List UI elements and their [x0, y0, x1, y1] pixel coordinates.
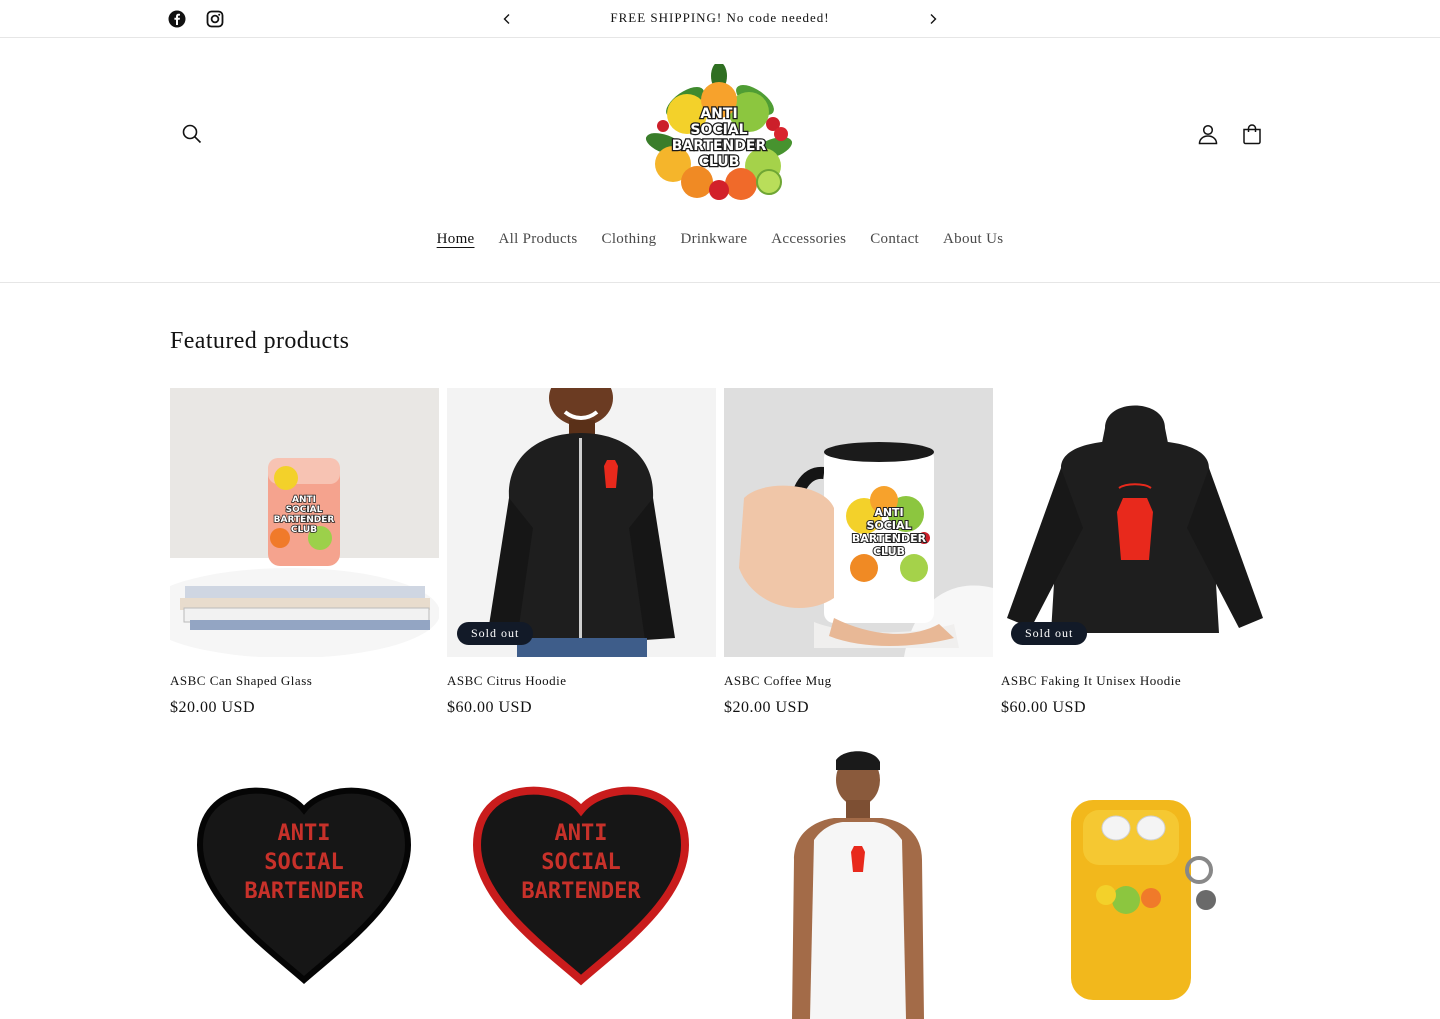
product-title[interactable]: ASBC Can Shaped Glass — [170, 673, 439, 689]
product-title[interactable]: ASBC Citrus Hoodie — [447, 673, 716, 689]
patch-line-1: ANTI — [278, 821, 331, 846]
announcement-text: FREE SHIPPING! No code needed! — [610, 10, 830, 25]
product-image-coffee-mug[interactable]: ANTI SOCIAL BARTENDER CLUB — [724, 388, 993, 657]
nav-clothing[interactable]: Clothing — [602, 231, 657, 248]
main-nav: Home All Products Clothing Drinkware Acc… — [0, 231, 1440, 248]
svg-text:CLUB: CLUB — [873, 545, 905, 558]
svg-text:CLUB: CLUB — [291, 525, 317, 535]
patch-line-1: ANTI — [555, 821, 608, 846]
site-logo[interactable]: ANTI SOCIAL BARTENDER CLUB — [645, 62, 793, 204]
product-image-airpods-case[interactable] — [1001, 750, 1270, 1019]
product-image-can-glass[interactable]: ANTI SOCIAL BARTENDER CLUB — [170, 388, 439, 657]
svg-text:BARTENDER: BARTENDER — [274, 515, 335, 525]
account-icon[interactable] — [1196, 122, 1220, 146]
product-card[interactable]: Sold out ASBC Citrus Hoodie $60.00 USD — [447, 388, 716, 717]
product-card[interactable]: ANTI SOCIAL BARTENDER — [447, 750, 716, 1019]
product-price: $20.00 USD — [170, 699, 256, 716]
sold-out-badge: Sold out — [457, 622, 534, 645]
sold-out-badge: Sold out — [1011, 622, 1088, 645]
cart-icon[interactable] — [1240, 122, 1264, 146]
product-price: $60.00 USD — [447, 699, 533, 716]
patch-line-3: BARTENDER — [521, 879, 641, 904]
product-image-citrus-hoodie[interactable]: Sold out — [447, 388, 716, 657]
product-price: $60.00 USD — [1001, 699, 1087, 716]
chevron-right-icon[interactable] — [924, 10, 942, 28]
logo-line-3: BARTENDER — [672, 138, 767, 154]
chevron-left-icon[interactable] — [498, 10, 516, 28]
site-header: ANTI SOCIAL BARTENDER CLUB Home All Prod… — [0, 39, 1440, 283]
product-card[interactable]: ANTI SOCIAL BARTENDER — [170, 750, 439, 1019]
svg-text:SOCIAL: SOCIAL — [867, 519, 912, 532]
nav-about-us[interactable]: About Us — [943, 231, 1003, 248]
patch-line-3: BARTENDER — [244, 879, 364, 904]
logo-line-2: SOCIAL — [690, 122, 747, 138]
social-links — [168, 10, 224, 28]
svg-text:ANTI: ANTI — [292, 495, 316, 505]
patch-line-2: SOCIAL — [541, 850, 620, 875]
product-image-black-patch[interactable]: ANTI SOCIAL BARTENDER — [170, 750, 439, 1019]
section-title: Featured products — [170, 328, 350, 354]
product-image-red-patch[interactable]: ANTI SOCIAL BARTENDER — [447, 750, 716, 1019]
product-card[interactable]: Sold out ASBC Faking It Unisex Hoodie $6… — [1001, 388, 1270, 717]
nav-contact[interactable]: Contact — [870, 231, 919, 248]
patch-line-2: SOCIAL — [264, 850, 343, 875]
product-title[interactable]: ASBC Coffee Mug — [724, 673, 993, 689]
product-card[interactable] — [1001, 750, 1270, 1019]
product-card[interactable]: ANTI SOCIAL BARTENDER CLUB ASBC Coffee M… — [724, 388, 993, 717]
svg-text:ANTI: ANTI — [874, 506, 903, 519]
instagram-icon[interactable] — [206, 10, 224, 28]
nav-home[interactable]: Home — [437, 231, 475, 248]
product-price: $20.00 USD — [724, 699, 810, 716]
product-card[interactable]: ANTI SOCIAL BARTENDER CLUB ASBC Can Shap… — [170, 388, 439, 717]
nav-accessories[interactable]: Accessories — [771, 231, 846, 248]
svg-text:BARTENDER: BARTENDER — [852, 532, 927, 545]
product-image-tank-top[interactable] — [724, 750, 993, 1019]
search-icon[interactable] — [180, 122, 204, 146]
facebook-icon[interactable] — [168, 10, 186, 28]
svg-text:SOCIAL: SOCIAL — [286, 505, 323, 515]
product-title[interactable]: ASBC Faking It Unisex Hoodie — [1001, 673, 1270, 689]
announcement-bar: FREE SHIPPING! No code needed! — [0, 0, 1440, 38]
logo-line-1: ANTI — [700, 106, 737, 122]
product-card[interactable] — [724, 750, 993, 1019]
nav-drinkware[interactable]: Drinkware — [680, 231, 747, 248]
product-image-faking-it-hoodie[interactable]: Sold out — [1001, 388, 1270, 657]
nav-all-products[interactable]: All Products — [499, 231, 578, 248]
logo-line-4: CLUB — [699, 154, 740, 170]
